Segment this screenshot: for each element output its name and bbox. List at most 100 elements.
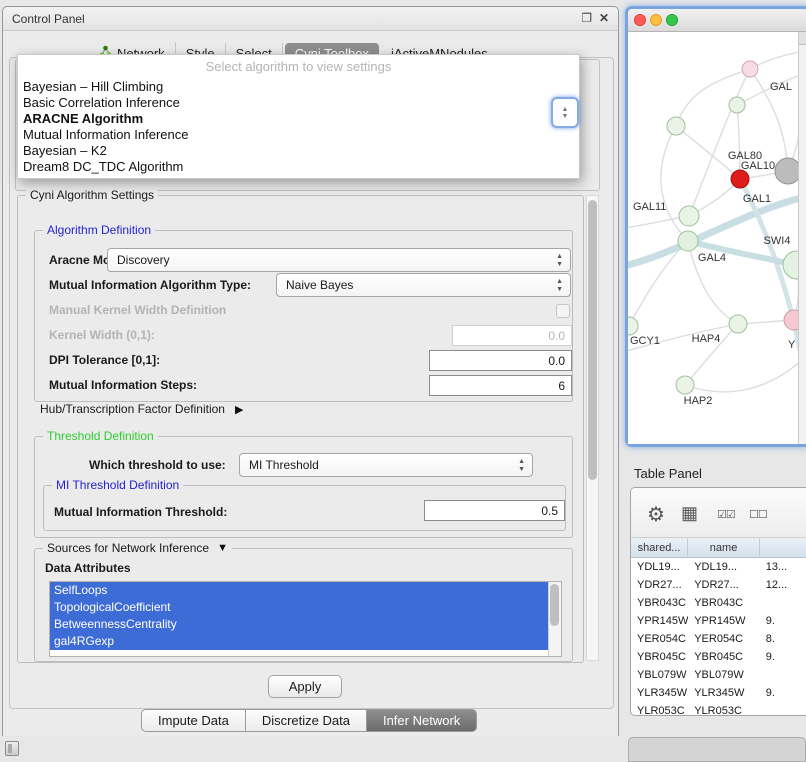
mi-threshold-field[interactable]: 0.5 <box>424 500 565 521</box>
mi-threshold-value: 0.5 <box>541 504 558 518</box>
algorithm-definition-group: Algorithm Definition Aracne Mode: Discov… <box>34 230 573 402</box>
tab-infer-network[interactable]: Infer Network <box>367 709 477 732</box>
expand-right-icon[interactable]: ▶ <box>235 403 243 416</box>
mi-steps-field[interactable]: 6 <box>429 375 572 396</box>
attribute-list-scrollbar[interactable] <box>548 582 561 656</box>
gear-icon[interactable]: ⚙ <box>647 502 665 527</box>
table-row[interactable]: YER054CYER054C8. <box>631 630 806 648</box>
sources-title-text: Sources for Network Inference <box>47 541 209 555</box>
clear-selection-icon[interactable]: ☐☐ <box>749 508 767 521</box>
network-node[interactable] <box>742 61 758 77</box>
column-header-extra[interactable] <box>760 538 806 557</box>
bottom-tab-bar: Impute Data Discretize Data Infer Networ… <box>141 709 477 732</box>
network-node[interactable] <box>676 376 694 394</box>
network-node[interactable] <box>783 251 798 279</box>
algorithm-option[interactable]: Bayesian – K2 <box>18 143 579 159</box>
table-cell: YER054C <box>631 630 688 648</box>
table-cell: YPR145W <box>631 612 688 630</box>
threshold-definition-title: Threshold Definition <box>43 429 158 443</box>
table-cell <box>760 594 806 612</box>
algorithm-combo-button[interactable]: ▲ ▼ <box>551 97 579 128</box>
algorithm-option-selected[interactable]: ARACNE Algorithm <box>18 111 579 127</box>
table-cell: YER054C <box>688 630 760 648</box>
network-edge[interactable] <box>689 69 750 216</box>
attribute-item-selected[interactable]: gal4RGexp <box>50 633 548 650</box>
which-threshold-label: Which threshold to use: <box>89 458 226 472</box>
table-cell: YBL079W <box>631 666 688 684</box>
network-node[interactable] <box>679 206 699 226</box>
column-header-name[interactable]: name <box>688 538 760 557</box>
network-node[interactable] <box>667 117 685 135</box>
hub-definition-section[interactable]: Hub/Transcription Factor Definition ▶ <box>40 402 243 416</box>
attribute-item-selected[interactable]: BetweennessCentrality <box>50 616 548 633</box>
algorithm-option[interactable]: Dream8 DC_TDC Algorithm <box>18 159 579 175</box>
network-edge[interactable] <box>737 105 740 179</box>
table-row[interactable]: YBR043CYBR043C <box>631 594 806 612</box>
table-row[interactable]: YBR045CYBR045C9. <box>631 648 806 666</box>
combo-arrows-icon: ▲▼ <box>556 253 563 269</box>
tab-discretize-data[interactable]: Discretize Data <box>246 709 367 732</box>
network-node[interactable] <box>784 310 798 330</box>
table-row[interactable]: YPR145WYPR145W9. <box>631 612 806 630</box>
minimize-traffic-icon[interactable] <box>650 14 662 26</box>
network-node-label: Y <box>788 339 796 351</box>
network-node[interactable] <box>729 97 745 113</box>
network-node[interactable] <box>775 158 798 184</box>
apply-button[interactable]: Apply <box>268 675 342 698</box>
network-canvas[interactable]: GALGAL80GAL10GAL11GAL1SWI4GAL4GCY1HAP4HA… <box>628 32 806 444</box>
mi-threshold-label: Mutual Information Threshold: <box>54 505 227 519</box>
table-cell: YDL19... <box>631 558 688 576</box>
mi-type-value: Naive Bayes <box>286 278 353 292</box>
table-row[interactable]: YBL079WYBL079W <box>631 666 806 684</box>
table-cell: 9. <box>760 684 806 702</box>
table-row[interactable]: YDR27...YDR27...12... <box>631 576 806 594</box>
mi-type-select[interactable]: Naive Bayes ▲▼ <box>276 273 571 297</box>
network-scrollbar[interactable] <box>798 32 806 444</box>
collapsed-panel-strip[interactable] <box>628 737 806 762</box>
table-panel-window: ⚙ ▦ ☑☑ ☐☐ shared... name YDL19...YDL19..… <box>630 487 806 716</box>
table-row[interactable]: YLR053CYLR053C <box>631 702 806 715</box>
attribute-item-selected[interactable]: SelfLoops <box>50 582 548 599</box>
kernel-width-field[interactable]: 0.0 <box>452 325 572 346</box>
tab-impute-data[interactable]: Impute Data <box>141 709 246 732</box>
table-cell: 13... <box>760 558 806 576</box>
expand-down-icon[interactable]: ▼ <box>217 542 228 554</box>
table-row[interactable]: YDL19...YDL19...13... <box>631 558 806 576</box>
control-panel-window: Control Panel ❐ ✕ Network Style Select C… <box>2 6 619 736</box>
scrollbar-thumb[interactable] <box>588 200 597 480</box>
table-cell: YDR27... <box>688 576 760 594</box>
attribute-item-selected[interactable]: TopologicalCoefficient <box>50 599 548 616</box>
algorithm-option[interactable]: Mutual Information Inference <box>18 127 579 143</box>
aracne-mode-select[interactable]: Discovery ▲▼ <box>107 248 571 272</box>
zoom-traffic-icon[interactable] <box>666 14 678 26</box>
close-traffic-icon[interactable] <box>634 14 646 26</box>
select-all-rows-icon[interactable]: ☑☑ <box>717 508 735 521</box>
float-window-icon[interactable]: ❐ <box>581 11 592 25</box>
network-window-titlebar[interactable] <box>628 9 806 32</box>
column-header-shared-name[interactable]: shared... <box>631 538 688 557</box>
scrollbar-thumb[interactable] <box>550 584 559 626</box>
settings-scrollbar[interactable] <box>586 195 599 661</box>
close-window-icon[interactable]: ✕ <box>599 11 609 25</box>
table-row[interactable]: YLR345WYLR345W9. <box>631 684 806 702</box>
table-body: YDL19...YDL19...13...YDR27...YDR27...12.… <box>631 558 806 715</box>
table-cell <box>760 702 806 715</box>
panel-toggle-icon[interactable] <box>5 741 19 756</box>
algorithm-option[interactable]: Basic Correlation Inference <box>18 95 579 111</box>
threshold-definition-group: Threshold Definition Which threshold to … <box>34 436 573 538</box>
network-node[interactable] <box>729 315 747 333</box>
network-node[interactable] <box>628 317 638 335</box>
scrollbar-button[interactable] <box>799 32 806 45</box>
which-threshold-select[interactable]: MI Threshold ▲▼ <box>239 453 533 477</box>
algorithm-option[interactable]: Bayesian – Hill Climbing <box>18 79 579 95</box>
network-node[interactable] <box>731 170 749 188</box>
network-node[interactable] <box>678 231 698 251</box>
algorithm-dropdown-placeholder: Select algorithm to view settings <box>18 55 579 79</box>
mi-steps-label: Mutual Information Steps: <box>49 378 197 392</box>
manual-kernel-checkbox[interactable] <box>556 304 570 318</box>
table-cell: YPR145W <box>688 612 760 630</box>
columns-icon[interactable]: ▦ <box>681 503 698 524</box>
dpi-tolerance-field[interactable]: 0.0 <box>429 350 572 371</box>
table-cell: 8. <box>760 630 806 648</box>
data-attributes-list[interactable]: SelfLoops TopologicalCoefficient Between… <box>49 581 562 657</box>
